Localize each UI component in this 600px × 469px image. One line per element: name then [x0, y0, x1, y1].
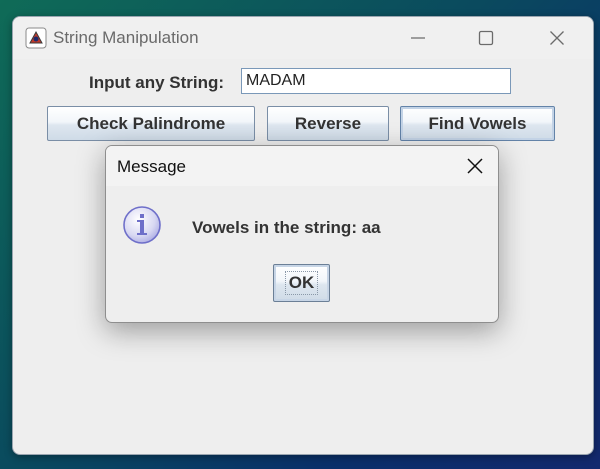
close-button[interactable] — [527, 17, 587, 59]
dialog-titlebar[interactable]: Message — [106, 146, 498, 186]
info-icon — [122, 205, 162, 245]
string-input[interactable] — [241, 68, 511, 94]
maximize-button[interactable] — [456, 17, 516, 59]
window-titlebar[interactable]: String Manipulation — [13, 17, 593, 59]
dialog-title: Message — [117, 157, 186, 176]
window-title: String Manipulation — [53, 28, 199, 47]
close-icon — [467, 158, 483, 174]
maximize-icon — [478, 30, 494, 46]
ok-button[interactable]: OK — [273, 264, 330, 302]
dialog-message: Vowels in the string: aa — [192, 218, 381, 237]
reverse-button[interactable]: Reverse — [267, 106, 389, 141]
message-dialog: Message Vowels in the string: aa OK — [105, 145, 499, 323]
ok-button-label: OK — [284, 271, 319, 295]
dialog-close-button[interactable] — [462, 153, 488, 179]
minimize-button[interactable] — [388, 17, 448, 59]
check-palindrome-button[interactable]: Check Palindrome — [47, 106, 255, 141]
java-app-icon — [25, 27, 47, 49]
find-vowels-button[interactable]: Find Vowels — [400, 106, 555, 141]
close-icon — [550, 31, 564, 45]
input-label: Input any String: — [89, 73, 225, 92]
minimize-icon — [411, 37, 425, 39]
